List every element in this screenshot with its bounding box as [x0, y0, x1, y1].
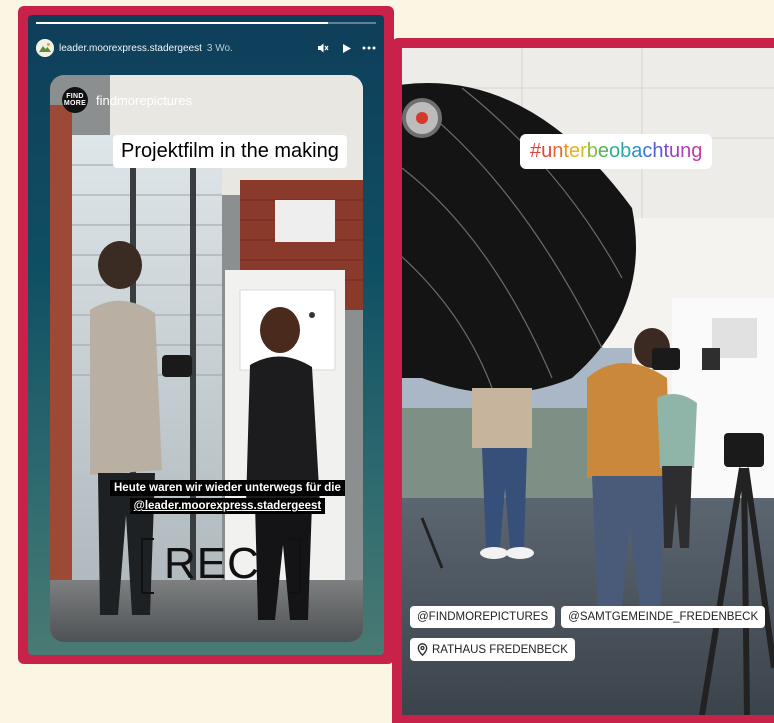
hashtag-letter: g	[691, 140, 703, 162]
hashtag-letter: a	[631, 140, 643, 162]
hashtag-letter: b	[586, 140, 598, 162]
shared-post[interactable]: FIND MORE findmorepictures Projektfilm in…	[50, 75, 363, 642]
hashtag-letter: c	[642, 140, 653, 162]
hashtag-letter: o	[608, 140, 621, 162]
left-story[interactable]: leader.moorexpress.stadergeest 3 Wo. FIN…	[28, 15, 384, 655]
hashtag-letter: #	[530, 140, 542, 162]
mountain-logo-icon	[36, 39, 54, 57]
mention-tag-samtgemeinde[interactable]: @SAMTGEMEINDE_FREDENBECK	[561, 606, 766, 628]
story-username[interactable]: leader.moorexpress.stadergeest	[59, 43, 202, 54]
story-progress-fill	[36, 22, 329, 24]
findmore-logo-icon: FIND MORE	[62, 87, 88, 113]
title-sticker: Projektfilm in the making	[113, 135, 347, 168]
rec-sticker: REC	[138, 535, 304, 597]
more-options-icon[interactable]	[362, 41, 376, 55]
hashtag-letter: h	[652, 140, 664, 162]
hashtag-letter: b	[620, 140, 632, 162]
location-tag-label: RATHAUS FREDENBECK	[432, 643, 568, 656]
story-header: leader.moorexpress.stadergeest 3 Wo.	[36, 37, 376, 59]
hashtag-letter: u	[541, 140, 553, 162]
hashtag-letter: e	[597, 140, 609, 162]
caption: Heute waren wir wieder unterwegs für die…	[110, 478, 345, 514]
right-story[interactable]: #unterbeobachtung @FINDMOREPICTURES @SAM…	[402, 48, 774, 715]
story-progress-bar	[36, 22, 376, 24]
avatar[interactable]	[36, 39, 54, 57]
caption-mention-link[interactable]: @leader.moorexpress.stadergeest	[129, 498, 326, 514]
mention-tags: @FINDMOREPICTURES @SAMTGEMEINDE_FREDENBE…	[410, 606, 766, 628]
hashtag-letter: n	[680, 140, 692, 162]
shared-post-author[interactable]: FIND MORE findmorepictures	[62, 87, 192, 113]
hashtag-letter: r	[580, 140, 587, 162]
story-timestamp: 3 Wo.	[206, 42, 233, 54]
rec-label: REC	[164, 539, 260, 588]
mute-icon[interactable]	[316, 41, 330, 55]
caption-text: Heute waren wir wieder unterwegs für die	[110, 480, 345, 496]
location-pin-icon	[417, 643, 428, 656]
hashtag-letter: n	[552, 140, 564, 162]
hashtag-letter: u	[669, 140, 681, 162]
hashtag-sticker[interactable]: #unterbeobachtung	[520, 134, 713, 169]
shared-post-username[interactable]: findmorepictures	[96, 93, 192, 108]
mention-tag-findmorepictures[interactable]: @FINDMOREPICTURES	[410, 606, 556, 628]
location-tag[interactable]: RATHAUS FREDENBECK	[410, 638, 575, 661]
play-icon[interactable]	[339, 41, 353, 55]
location-tag-row: RATHAUS FREDENBECK	[410, 638, 575, 661]
hashtag-letter: e	[568, 140, 581, 162]
